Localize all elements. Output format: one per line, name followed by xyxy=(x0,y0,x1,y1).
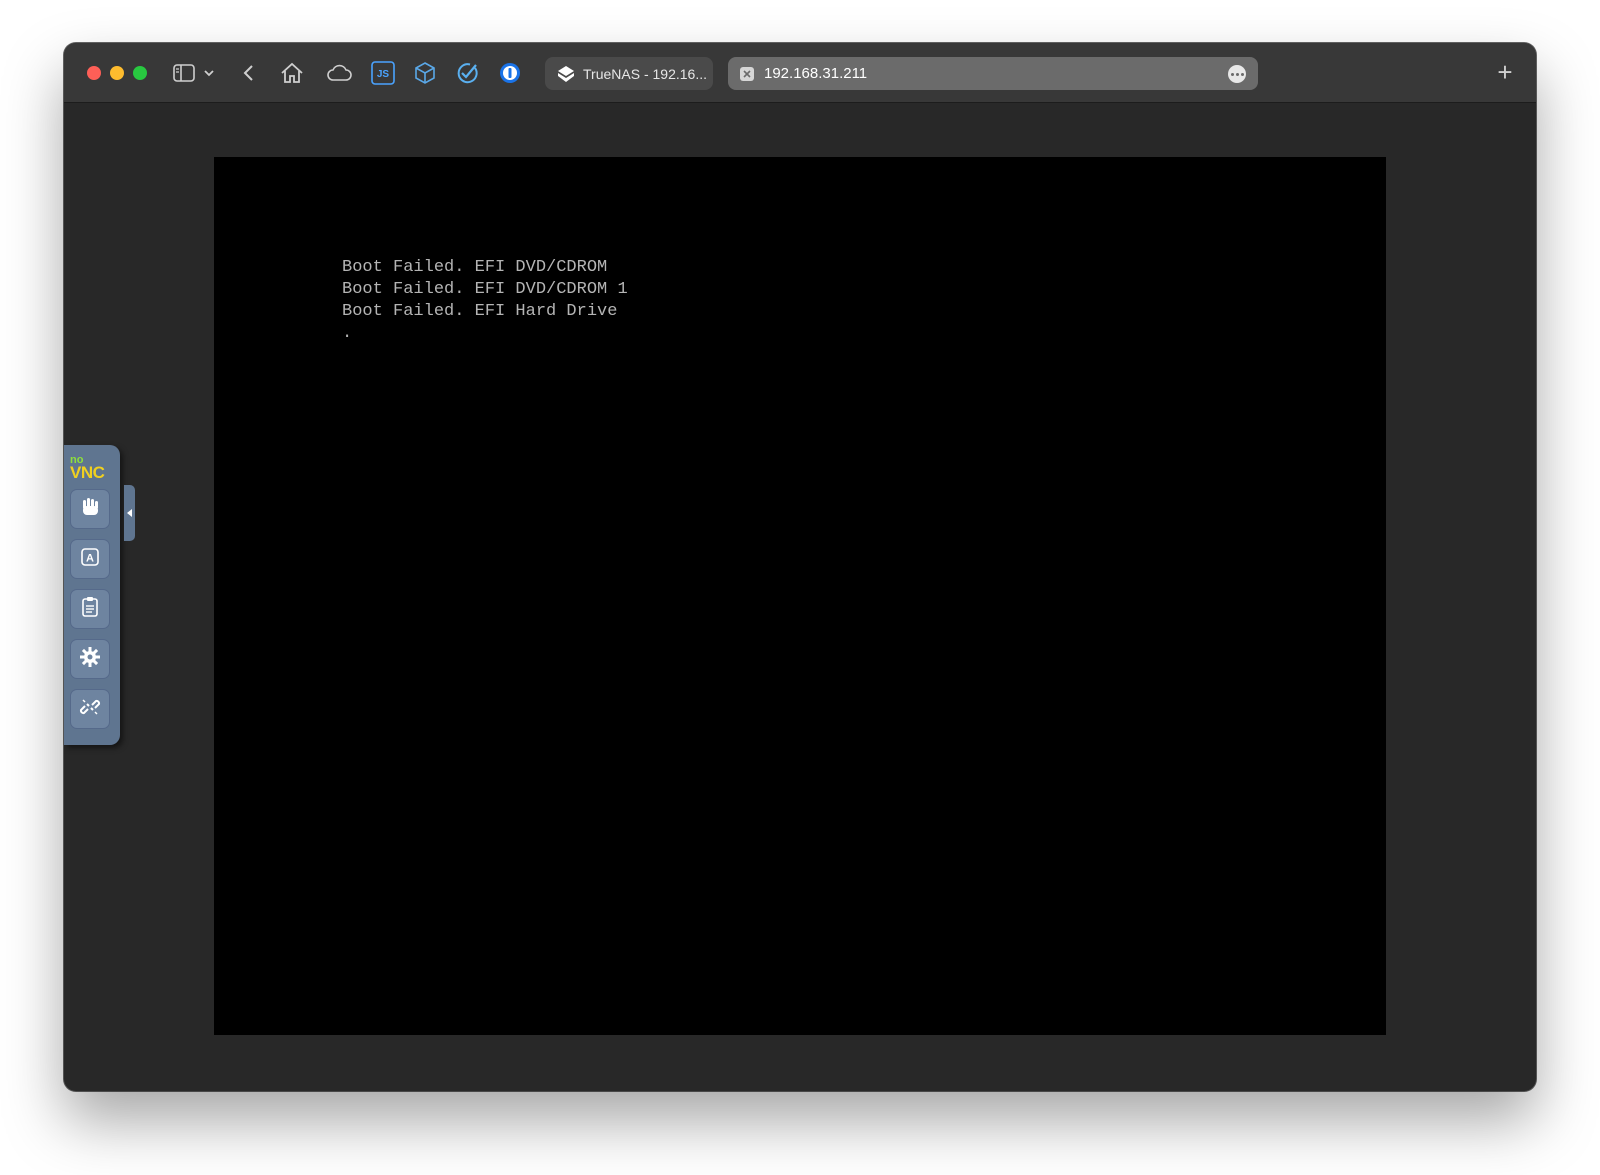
console-line: Boot Failed. EFI Hard Drive xyxy=(342,302,618,321)
drag-hand-icon xyxy=(79,496,101,523)
vnc-screen[interactable]: Boot Failed. EFI DVD/CDROM Boot Failed. E… xyxy=(214,157,1386,1035)
more-options-icon[interactable] xyxy=(1228,65,1246,83)
settings-button[interactable] xyxy=(70,639,110,679)
console-line: . xyxy=(342,324,353,343)
console-line: Boot Failed. EFI DVD/CDROM xyxy=(342,258,608,277)
back-icon[interactable] xyxy=(236,60,262,86)
keyboard-button[interactable]: A xyxy=(70,539,110,579)
maximize-window-button[interactable] xyxy=(133,66,147,80)
close-window-button[interactable] xyxy=(87,66,101,80)
address-bar[interactable]: 192.168.31.211 xyxy=(728,57,1258,90)
novnc-control-bar: no VNC A xyxy=(64,445,120,745)
tab-label: TrueNAS - 192.16... xyxy=(583,65,707,82)
home-icon[interactable] xyxy=(279,60,305,86)
svg-text:JS: JS xyxy=(377,69,390,80)
clipboard-button[interactable] xyxy=(70,589,110,629)
check-circle-icon[interactable] xyxy=(454,60,480,86)
browser-toolbar: JS TrueNAS - 192.16... 192.168.31.211 + xyxy=(64,43,1536,103)
clipboard-icon xyxy=(80,596,100,623)
svg-text:A: A xyxy=(86,552,94,564)
novnc-logo-vnc: VNC xyxy=(70,463,105,482)
browser-window: JS TrueNAS - 192.16... 192.168.31.211 + … xyxy=(64,43,1536,1091)
cloud-icon[interactable] xyxy=(326,60,352,86)
onepassword-icon[interactable] xyxy=(497,60,523,86)
js-icon[interactable]: JS xyxy=(370,60,396,86)
novnc-logo: no VNC xyxy=(70,455,105,482)
sidebar-icon[interactable] xyxy=(171,60,197,86)
page-icon xyxy=(740,66,754,81)
boot-console: Boot Failed. EFI DVD/CDROM Boot Failed. E… xyxy=(342,257,628,345)
collapse-arrow-icon xyxy=(127,509,132,517)
tab-truenas[interactable]: TrueNAS - 192.16... xyxy=(545,57,713,90)
url-text: 192.168.31.211 xyxy=(764,65,868,82)
disconnect-button[interactable] xyxy=(70,689,110,729)
drag-viewport-button[interactable] xyxy=(70,489,110,529)
console-line: Boot Failed. EFI DVD/CDROM 1 xyxy=(342,280,628,299)
truenas-logo-icon xyxy=(557,65,575,83)
settings-icon xyxy=(79,646,101,673)
chevron-down-icon[interactable] xyxy=(202,60,216,86)
minimize-window-button[interactable] xyxy=(110,66,124,80)
cube-icon[interactable] xyxy=(412,60,438,86)
keyboard-icon: A xyxy=(80,547,100,572)
novnc-bar-toggle-handle[interactable] xyxy=(124,485,135,541)
new-tab-button[interactable]: + xyxy=(1492,59,1518,85)
disconnect-icon xyxy=(79,696,101,723)
